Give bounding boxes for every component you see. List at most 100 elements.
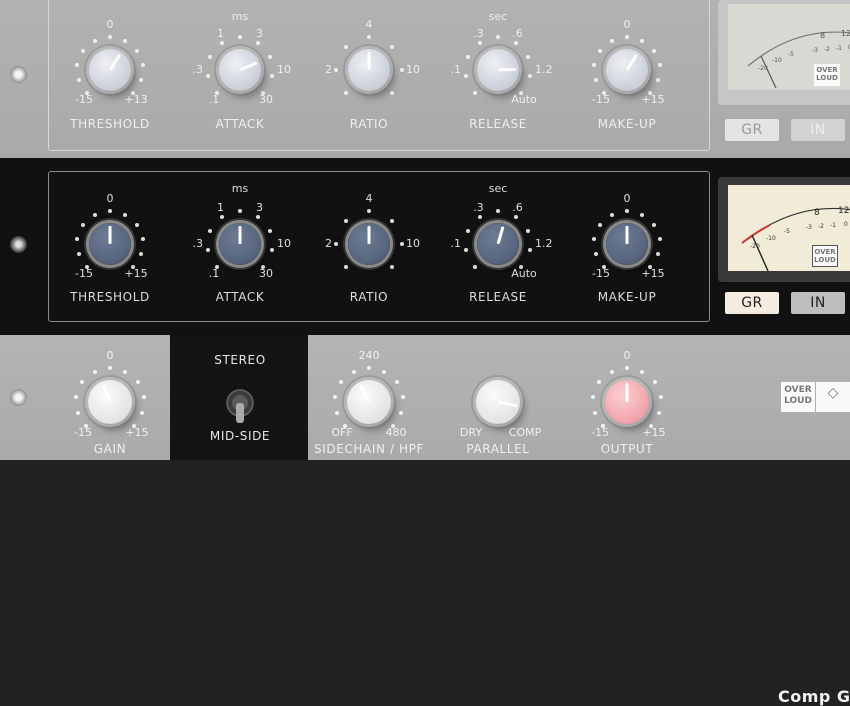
- tick-label-bl: .1: [208, 93, 220, 106]
- stereo-midside-toggle[interactable]: [224, 383, 256, 427]
- scale-dot: [334, 242, 338, 246]
- scale-dot: [651, 48, 656, 53]
- scale-dot: [207, 55, 212, 60]
- scale-dot: [334, 410, 339, 415]
- scale-dot: [339, 380, 344, 384]
- svg-text:-1: -1: [830, 222, 836, 229]
- scale-dot: [122, 212, 127, 217]
- scale-dot: [74, 394, 79, 399]
- gain-knob[interactable]: [88, 380, 132, 424]
- scale-dot: [477, 214, 482, 219]
- stereo-label: STEREO: [214, 353, 266, 367]
- tick-label-tr: .6: [512, 27, 523, 40]
- scale-dot: [256, 40, 261, 45]
- tick-label-left: 2: [325, 63, 332, 76]
- tick-label-left: .3: [192, 63, 204, 76]
- scale-dot: [108, 35, 112, 39]
- sidechain-knob[interactable]: [347, 380, 391, 424]
- top-release-label: RELEASE: [469, 117, 527, 131]
- svg-text:-3: -3: [806, 224, 812, 231]
- scale-dot: [80, 380, 85, 384]
- attack-label: ATTACK: [215, 290, 265, 304]
- bottom-control-strip: STEREO MID-SIDE 0 -15 +15 GAIN 240 OFF 480 SIDE…: [0, 335, 850, 706]
- svg-text:8: 8: [814, 208, 820, 218]
- tick-label-top: 0: [623, 18, 631, 31]
- tick-label-br: 480: [385, 426, 407, 439]
- top-ratio-knob[interactable]: [348, 49, 390, 91]
- tick-label-br: +15: [641, 93, 665, 106]
- tick-label-br: +15: [124, 267, 148, 280]
- tick-label-top: 0: [106, 192, 114, 205]
- makeup-label: MAKE-UP: [597, 290, 657, 304]
- top-in-button[interactable]: IN: [791, 119, 845, 141]
- scale-dot: [639, 38, 644, 43]
- knob-pointer: [101, 383, 112, 403]
- overloud-logo: OVER LOUD: [781, 382, 815, 412]
- tick-label-br: Auto: [511, 93, 537, 106]
- mid-vu-meter: 8 12 -3 -2 -1 0 -5 -10 -20 OVER LOUD: [718, 177, 850, 282]
- tick-label-right: 10: [277, 237, 291, 250]
- svg-text:-10: -10: [772, 57, 782, 64]
- top-ratio-label: RATIO: [349, 117, 389, 131]
- release-unit-label: sec: [488, 10, 508, 23]
- scale-dot: [598, 222, 603, 227]
- knob-pointer: [108, 54, 121, 71]
- scale-dot: [81, 222, 86, 227]
- top-vu-meter: 8 12 -3 -2 -1 0 -5 -10 -20 OVER LOUD: [718, 0, 850, 105]
- scale-dot: [219, 40, 224, 45]
- top-threshold-knob[interactable]: [89, 49, 131, 91]
- top-attack-knob[interactable]: [219, 49, 261, 91]
- tick-label-top: 0: [106, 18, 114, 31]
- top-attack-label: ATTACK: [215, 117, 265, 131]
- svg-text:-1: -1: [836, 45, 842, 52]
- scale-dot: [141, 394, 146, 399]
- top-gr-button[interactable]: GR: [725, 119, 779, 141]
- scale-dot: [76, 252, 81, 257]
- threshold-knob[interactable]: [89, 223, 131, 265]
- gain-label: GAIN: [93, 442, 127, 456]
- scale-dot: [639, 212, 644, 217]
- release-knob[interactable]: [477, 223, 519, 265]
- gr-button[interactable]: GR: [725, 292, 779, 314]
- tick-label-left: .1: [450, 237, 462, 250]
- makeup-knob[interactable]: [606, 223, 648, 265]
- scale-dot: [207, 229, 212, 234]
- tick-label-top: 240: [358, 349, 380, 362]
- knob-pointer: [625, 226, 629, 244]
- scale-dot: [367, 209, 371, 213]
- knob-pointer: [625, 54, 638, 71]
- scale-dot: [367, 35, 371, 39]
- knob-pointer: [367, 52, 371, 70]
- scale-dot: [333, 394, 338, 399]
- scale-dot: [93, 212, 98, 217]
- tick-label-left: .3: [192, 237, 204, 250]
- top-threshold-label: THRESHOLD: [70, 117, 150, 131]
- top-release-knob[interactable]: [477, 49, 519, 91]
- scale-dot: [334, 68, 338, 72]
- scale-dot: [93, 38, 98, 43]
- output-knob[interactable]: [605, 380, 649, 424]
- screw-icon: [10, 66, 27, 83]
- scale-dot: [657, 236, 662, 241]
- tick-label-top: 0: [623, 192, 631, 205]
- scale-dot: [92, 369, 97, 374]
- tick-label-br: +15: [642, 426, 666, 439]
- svg-text:12: 12: [841, 29, 850, 38]
- parallel-label: PARALLEL: [466, 442, 530, 456]
- tick-label-bl: -15: [592, 93, 610, 106]
- top-makeup-knob[interactable]: [606, 49, 648, 91]
- scale-dot: [657, 410, 662, 415]
- release-label: RELEASE: [469, 290, 527, 304]
- tick-label-br: 30: [259, 267, 273, 280]
- scale-dot: [343, 218, 348, 223]
- attack-knob[interactable]: [219, 223, 261, 265]
- scale-dot: [399, 410, 404, 415]
- tick-label-left: .1: [450, 63, 462, 76]
- scale-dot: [135, 380, 140, 384]
- ratio-knob[interactable]: [348, 223, 390, 265]
- overloud-logo: OVER LOUD: [814, 64, 840, 86]
- in-button[interactable]: IN: [791, 292, 845, 314]
- knob-pointer: [359, 384, 371, 403]
- parallel-knob[interactable]: [476, 380, 520, 424]
- scale-dot: [651, 222, 656, 227]
